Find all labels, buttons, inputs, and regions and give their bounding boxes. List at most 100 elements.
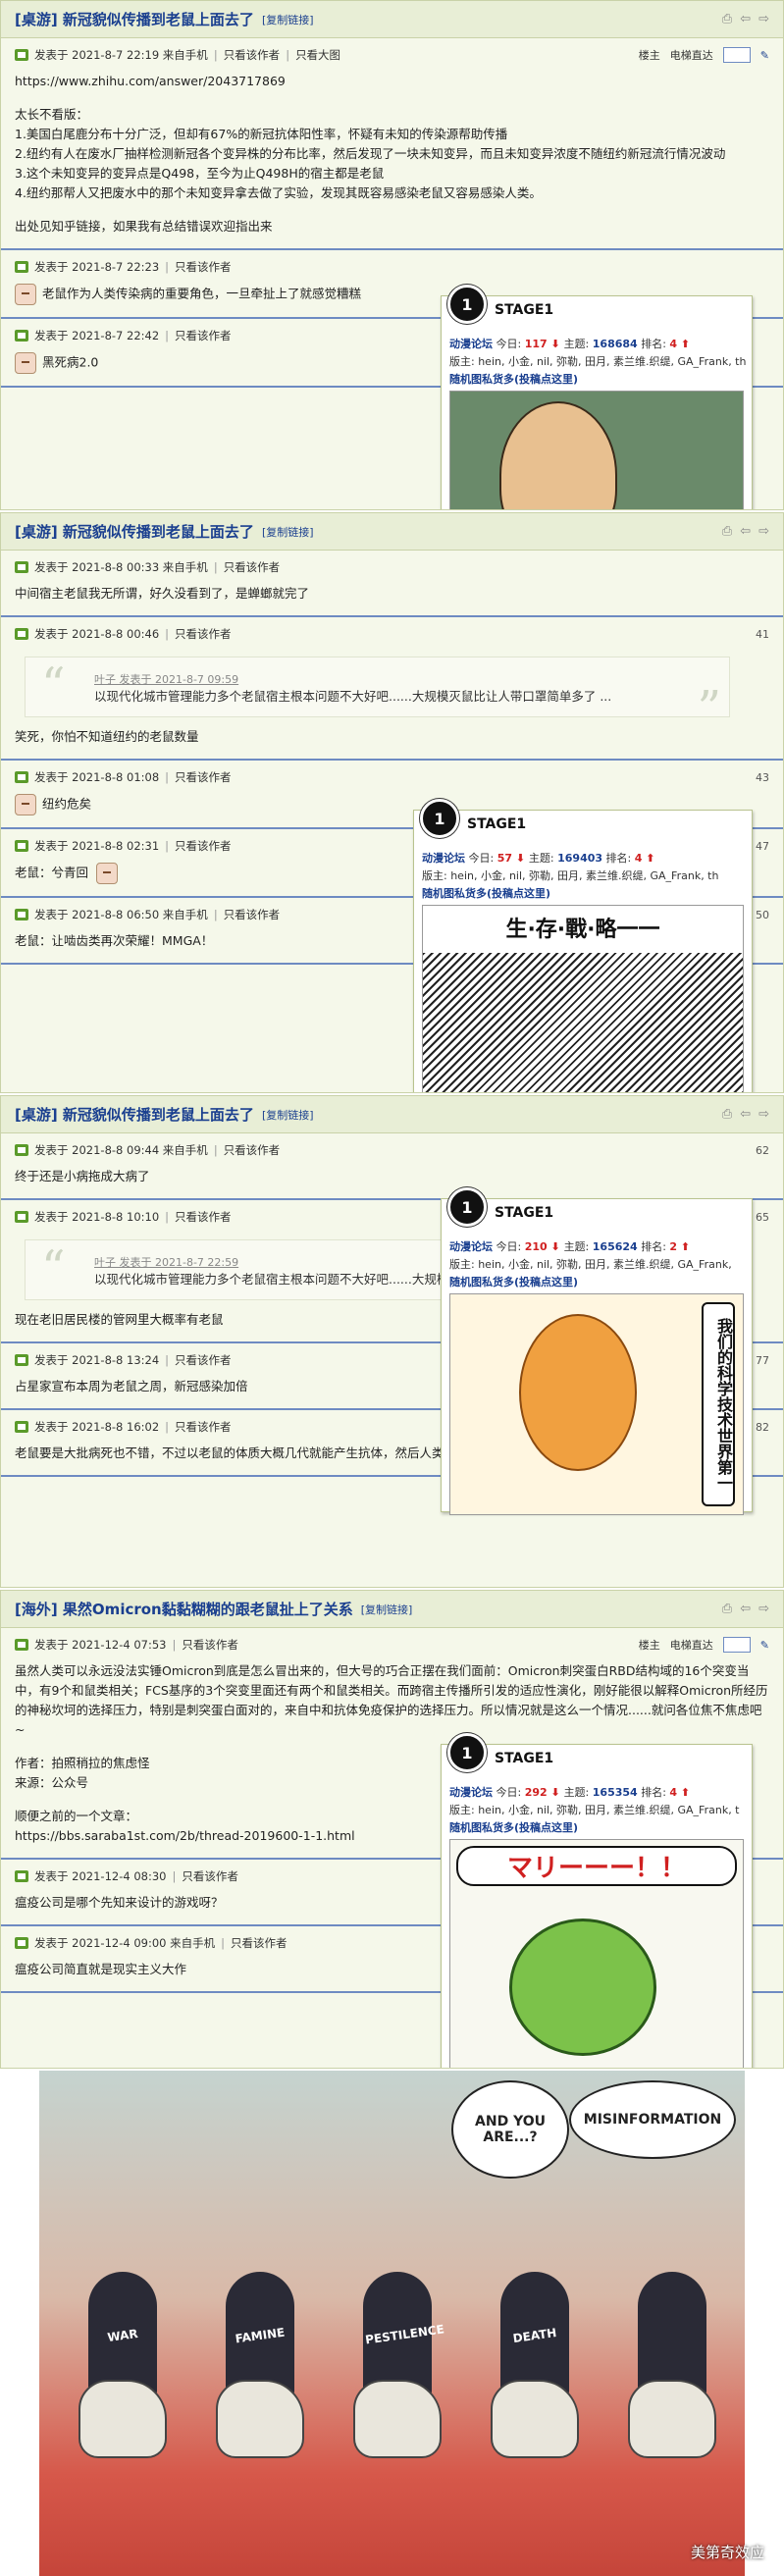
- forum-popup: 1 STAGE1 动漫论坛 今日: 210 ⬇ 主题: 165624 排名: 2 ⬆…: [441, 1187, 753, 1515]
- speech-bubble-1: AND YOU ARE...?: [451, 2080, 569, 2179]
- elevator-link[interactable]: 电梯直达: [670, 1637, 713, 1653]
- popup-header: 1 STAGE1: [442, 285, 752, 336]
- down-arrow-icon: ⬇: [547, 1786, 564, 1799]
- print-icon[interactable]: ⎙: [722, 1107, 732, 1122]
- copy-link[interactable]: [复制链接]: [262, 1107, 314, 1123]
- submit-link[interactable]: (投稿点这里): [514, 373, 578, 386]
- post-text: 笑死，你怕不知道纽约的老鼠数量: [15, 729, 199, 744]
- random-label[interactable]: 随机图私货多: [449, 1276, 514, 1288]
- submit-link[interactable]: (投稿点这里): [487, 887, 550, 900]
- owner-label[interactable]: 楼主: [639, 47, 660, 63]
- meta-link[interactable]: 只看该作者: [182, 1868, 238, 1884]
- popup-image: 我们的科学技术世界第一: [449, 1293, 744, 1515]
- online-icon: [15, 628, 28, 640]
- next-icon[interactable]: ⇨: [758, 1107, 769, 1122]
- meta-link[interactable]: 只看该作者: [175, 1419, 232, 1435]
- floor-number[interactable]: 77: [756, 1354, 769, 1367]
- quote-open-icon: “: [41, 657, 66, 712]
- post-time: 发表于 2021-12-4 07:53: [34, 1638, 167, 1652]
- popup-image: 生·存·戰·略一一: [422, 905, 744, 1092]
- prev-icon[interactable]: ⇦: [740, 524, 751, 539]
- floor-number[interactable]: 47: [756, 840, 769, 853]
- random-label[interactable]: 随机图私货多: [449, 1821, 514, 1834]
- elevator-link[interactable]: 电梯直达: [670, 47, 713, 63]
- submit-link[interactable]: (投稿点这里): [514, 1276, 578, 1288]
- topics-label: 主题:: [563, 1786, 593, 1799]
- post-time: 发表于 2021-8-7 22:42: [34, 329, 160, 342]
- up-arrow-icon: ⬆: [677, 338, 691, 350]
- meta-link[interactable]: 只看大图: [295, 47, 340, 63]
- quote-block: “ 叶子 发表于 2021-8-7 09:59 以现代化城市管理能力多个老鼠宿主根本…: [25, 657, 730, 736]
- forum-name[interactable]: 动漫论坛: [449, 1786, 493, 1799]
- character-illustration: [499, 401, 617, 509]
- floor-number[interactable]: 50: [756, 909, 769, 921]
- meta-link[interactable]: 只看该作者: [175, 769, 232, 785]
- forum-name[interactable]: 动漫论坛: [422, 852, 465, 865]
- meta-link[interactable]: 只看该作者: [224, 1142, 281, 1158]
- meta-link[interactable]: 只看该作者: [224, 47, 281, 63]
- editorial-cartoon: WAR FAMINE PESTILENCE DEATH AND YOU ARE...? M…: [0, 2071, 784, 2576]
- print-icon[interactable]: ⎙: [722, 12, 732, 26]
- online-icon: [15, 909, 28, 920]
- floor-number[interactable]: 41: [756, 628, 769, 641]
- header-icons: ⎙ ⇦ ⇨: [722, 1602, 769, 1616]
- edit-icon[interactable]: ✎: [760, 49, 769, 62]
- floor-number[interactable]: 82: [756, 1421, 769, 1434]
- online-icon: [15, 1354, 28, 1366]
- post-link[interactable]: https://www.zhihu.com/answer/2043717869: [15, 74, 286, 88]
- floor-number[interactable]: 65: [756, 1211, 769, 1224]
- print-icon[interactable]: ⎙: [722, 524, 732, 539]
- meta-link[interactable]: 只看该作者: [175, 259, 232, 275]
- next-icon[interactable]: ⇨: [758, 524, 769, 539]
- floor-input[interactable]: [722, 1637, 751, 1653]
- post-link[interactable]: https://bbs.saraba1st.com/2b/thread-2019…: [15, 1828, 355, 1843]
- stage-logo-icon: 1: [420, 799, 459, 838]
- moderators: 版主: hein, 小金, nil, 弥勒, 田月, 素兰维.织缇, GA_Fr…: [422, 869, 719, 882]
- random-image-link[interactable]: 随机图私货多(投稿点这里): [442, 1819, 752, 1837]
- copy-link[interactable]: [复制链接]: [262, 524, 314, 540]
- prev-icon[interactable]: ⇦: [740, 1602, 751, 1616]
- topics-count: 165624: [592, 1240, 638, 1253]
- meta-link[interactable]: 只看该作者: [175, 838, 232, 854]
- copy-link[interactable]: [复制链接]: [361, 1602, 413, 1617]
- forum-popup: 1 STAGE1 动漫论坛 今日: 57 ⬇ 主题: 169403 排名: 4 ⬆ 版…: [413, 799, 753, 1092]
- meta-link[interactable]: 只看该作者: [175, 626, 232, 642]
- random-image-link[interactable]: 随机图私货多(投稿点这里): [414, 885, 752, 903]
- meta-sep: |: [165, 1420, 170, 1434]
- edit-icon[interactable]: ✎: [760, 1639, 769, 1652]
- stage-label: STAGE1: [495, 302, 554, 318]
- online-icon: [15, 561, 28, 573]
- meta-link[interactable]: 只看该作者: [182, 1637, 238, 1653]
- meta-link[interactable]: 只看该作者: [175, 328, 232, 343]
- prev-icon[interactable]: ⇦: [740, 1107, 751, 1122]
- thread-title[interactable]: [海外] 果然Omicron黏黏糊糊的跟老鼠扯上了关系: [15, 1599, 353, 1619]
- meta-link[interactable]: 只看该作者: [224, 907, 281, 922]
- post-line: 4.纽约那帮人又把废水中的那个未知变异拿去做了实验，发现其既容易感染老鼠又容易感…: [15, 184, 769, 203]
- next-icon[interactable]: ⇨: [758, 1602, 769, 1616]
- random-label[interactable]: 随机图私货多: [449, 373, 514, 386]
- meta-link[interactable]: 只看该作者: [175, 1209, 232, 1225]
- print-icon[interactable]: ⎙: [722, 1602, 732, 1616]
- meta-sep: |: [221, 1936, 225, 1950]
- thread-title[interactable]: [桌游] 新冠貌似传播到老鼠上面去了: [15, 9, 254, 29]
- meta-link[interactable]: 只看该作者: [175, 1352, 232, 1368]
- quote-author[interactable]: 叶子 发表于 2021-8-7 09:59: [94, 671, 713, 687]
- random-image-link[interactable]: 随机图私货多(投稿点这里): [442, 1274, 752, 1291]
- random-image-link[interactable]: 随机图私货多(投稿点这里): [442, 371, 752, 389]
- smiley-icon: [15, 284, 36, 305]
- meta-link[interactable]: 只看该作者: [231, 1935, 287, 1951]
- forum-name[interactable]: 动漫论坛: [449, 338, 493, 350]
- floor-number[interactable]: 43: [756, 771, 769, 784]
- thread-title[interactable]: [桌游] 新冠貌似传播到老鼠上面去了: [15, 1104, 254, 1125]
- copy-link[interactable]: [复制链接]: [262, 12, 314, 27]
- submit-link[interactable]: (投稿点这里): [514, 1821, 578, 1834]
- forum-name[interactable]: 动漫论坛: [449, 1240, 493, 1253]
- floor-input[interactable]: [722, 47, 751, 63]
- owner-label[interactable]: 楼主: [639, 1637, 660, 1653]
- prev-icon[interactable]: ⇦: [740, 12, 751, 26]
- floor-number[interactable]: 62: [756, 1144, 769, 1157]
- next-icon[interactable]: ⇨: [758, 12, 769, 26]
- thread-title[interactable]: [桌游] 新冠貌似传播到老鼠上面去了: [15, 521, 254, 542]
- meta-link[interactable]: 只看该作者: [224, 559, 281, 575]
- random-label[interactable]: 随机图私货多: [422, 887, 487, 900]
